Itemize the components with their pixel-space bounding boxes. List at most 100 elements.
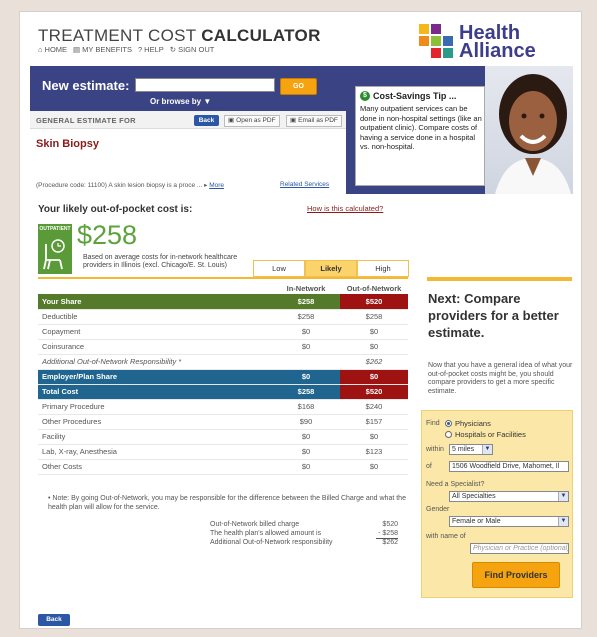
chevron-down-icon: ▼ — [482, 445, 492, 454]
back-button-top[interactable]: Back — [194, 115, 219, 126]
nav-help[interactable]: ? HELP — [138, 45, 164, 54]
out-value: $0 — [340, 429, 408, 445]
calc-label: The health plan's allowed amount is — [210, 529, 322, 537]
row-label: Your Share — [38, 294, 272, 310]
in-value: $0 — [272, 429, 340, 445]
logo-text-2: Alliance — [459, 40, 536, 62]
back-button-bottom[interactable]: Back — [38, 614, 70, 626]
next-description: Now that you have a general idea of what… — [428, 362, 573, 395]
in-value: $0 — [272, 339, 340, 355]
out-value: $262 — [340, 354, 408, 370]
row-label: Employer/Plan Share — [38, 369, 272, 385]
oon-calculation: Out-of-Network billed charge $520 The hea… — [210, 521, 398, 548]
name-label: with name of — [426, 533, 466, 540]
in-value: $168 — [272, 399, 340, 415]
page-title: TREATMENT COST CALCULATOR — [38, 26, 321, 45]
out-of-network-note: • Note: By going Out-of-Network, you may… — [48, 495, 406, 511]
row-label: Deductible — [38, 309, 272, 325]
gender-label: Gender — [426, 506, 450, 513]
row-label: Lab, X-ray, Anesthesia — [38, 444, 272, 460]
calc-label: Out-of-Network billed charge — [210, 521, 300, 528]
estimate-range-tabs: Low Likely High — [253, 260, 409, 277]
gender-select[interactable]: Female or Male ▼ — [449, 516, 569, 527]
calc-value: $262 — [382, 539, 398, 546]
new-estimate-input[interactable] — [135, 78, 275, 92]
find-providers-button[interactable]: Find Providers — [472, 562, 560, 588]
out-value: $520 — [340, 294, 408, 310]
distance-select[interactable]: 5 miles ▼ — [449, 444, 493, 455]
radio-hospitals[interactable]: Hospitals or Facilities — [445, 430, 526, 439]
next-divider — [427, 277, 572, 281]
find-label: Find — [426, 420, 440, 427]
tab-low[interactable]: Low — [253, 260, 305, 277]
open-pdf-button[interactable]: ▣ Open as PDF — [224, 115, 280, 127]
chevron-down-icon: ▼ — [558, 517, 568, 526]
chevron-down-icon: ▼ — [558, 492, 568, 501]
in-value: $0 — [272, 369, 340, 385]
out-value: $157 — [340, 414, 408, 430]
nav-sign-out[interactable]: ↻ SIGN OUT — [170, 45, 215, 54]
row-label: Facility — [38, 429, 272, 445]
row-label: Other Costs — [38, 459, 272, 475]
specialist-label: Need a Specialist? — [426, 481, 485, 488]
outpatient-badge: OUTPATIENT — [38, 224, 72, 274]
table-header: In-Network Out-of-Network — [38, 282, 408, 294]
help-icon: ? — [138, 45, 143, 54]
calc-value: - $258 — [376, 530, 398, 539]
go-button[interactable]: GO — [280, 78, 317, 95]
in-value: $90 — [272, 414, 340, 430]
address-input[interactable]: 1506 Woodfield Drive, Mahomet, Il — [449, 461, 569, 472]
cost-breakdown-table: In-Network Out-of-Network Your Share $258… — [38, 282, 408, 475]
specialty-select[interactable]: All Specialties ▼ — [449, 491, 569, 502]
pdf-icon: ▣ — [228, 117, 235, 124]
new-estimate-label: New estimate: — [42, 78, 130, 93]
table-row-total-cost: Total Cost $258 $520 — [38, 384, 408, 400]
tab-underline — [38, 277, 408, 279]
provider-finder: Find Physicians Hospitals or Facilities … — [421, 410, 573, 598]
tab-likely[interactable]: Likely — [305, 260, 357, 277]
home-icon: ⌂ — [38, 45, 43, 54]
out-value: $0 — [340, 369, 408, 385]
in-value: $258 — [272, 309, 340, 325]
next-title: Next: Compare providers for a better est… — [428, 291, 559, 340]
in-value: $258 — [272, 294, 340, 310]
radio-selected-icon — [445, 420, 452, 427]
in-value: $258 — [272, 384, 340, 400]
browse-by-link[interactable]: Or browse by ▼ — [150, 97, 211, 106]
in-value: $0 — [272, 444, 340, 460]
radio-physicians[interactable]: Physicians — [445, 419, 491, 428]
estimate-toolbar: GENERAL ESTIMATE FOR Back ▣ Open as PDF ▣… — [30, 111, 346, 129]
nav-home[interactable]: ⌂ HOME — [38, 45, 67, 54]
logo-mark-icon — [419, 24, 453, 58]
outpatient-label: OUTPATIENT — [39, 226, 71, 232]
table-row: Deductible $258 $258 — [38, 309, 408, 325]
of-label: of — [426, 463, 432, 470]
procedure-description: (Procedure code: 11100) A skin lesion bi… — [36, 182, 225, 189]
cost-savings-tip: $ Cost-Savings Tip ... Many outpatient se… — [355, 86, 485, 186]
procedure-name: Skin Biopsy — [36, 138, 99, 150]
in-value: $0 — [272, 324, 340, 340]
pdf-icon: ▣ — [290, 117, 297, 124]
nav-my-benefits[interactable]: ▤ MY BENEFITS — [73, 45, 132, 54]
col-in-network: In-Network — [286, 283, 326, 293]
row-label: Total Cost — [38, 384, 272, 400]
more-link[interactable]: More — [209, 182, 224, 189]
out-value: $240 — [340, 399, 408, 415]
sign-out-icon: ↻ — [169, 45, 177, 54]
calc-value: $520 — [382, 521, 398, 528]
carousel-dots[interactable] — [365, 174, 397, 179]
cost-basis-text: Based on average costs for in-network he… — [83, 254, 238, 269]
document-icon: ▤ — [73, 45, 81, 54]
table-row: Lab, X-ray, Anesthesia $0 $123 — [38, 444, 408, 460]
estimate-band: New estimate: GO Or browse by ▼ GENERAL … — [30, 66, 573, 194]
email-pdf-button[interactable]: ▣ Email as PDF — [286, 115, 342, 127]
related-services-link[interactable]: Related Services — [280, 181, 329, 188]
calc-label: Additional Out-of-Network responsibility — [210, 539, 333, 546]
how-calculated-link[interactable]: How is this calculated? — [307, 204, 383, 213]
provider-name-input[interactable]: Physician or Practice (optional) — [470, 543, 569, 554]
table-row: Coinsurance $0 $0 — [38, 339, 408, 355]
doctor-photo — [485, 66, 573, 194]
tab-high[interactable]: High — [357, 260, 409, 277]
table-row: Additional Out-of-Network Responsibility… — [38, 354, 408, 370]
cost-title: Your likely out-of-pocket cost is: — [38, 204, 193, 215]
